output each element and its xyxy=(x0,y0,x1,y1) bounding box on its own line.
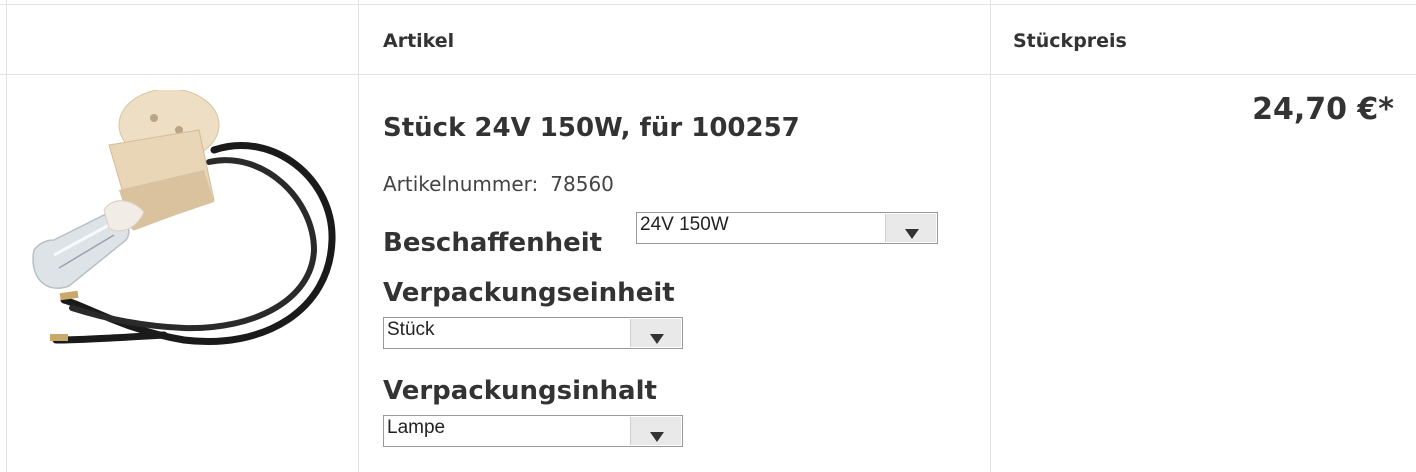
chevron-down-icon[interactable] xyxy=(630,319,681,347)
beschaffenheit-select[interactable]: 24V 150W xyxy=(636,212,938,244)
article-number: Artikelnummer: 78560 xyxy=(383,172,614,196)
column-divider-left xyxy=(6,0,7,472)
chevron-down-icon[interactable] xyxy=(885,214,936,242)
unit-price: 24,70 €* xyxy=(1252,92,1394,127)
column-divider-image-article xyxy=(358,0,359,472)
column-divider-article-price xyxy=(990,0,991,472)
verpackungseinheit-selected: Stück xyxy=(387,319,435,340)
beschaffenheit-selected: 24V 150W xyxy=(640,214,729,235)
product-image[interactable] xyxy=(14,90,344,375)
article-number-label: Artikelnummer: xyxy=(383,172,539,196)
verpackungsinhalt-select[interactable]: Lampe xyxy=(383,415,683,447)
header-bottom-border xyxy=(0,74,1416,75)
verpackungsinhalt-selected: Lampe xyxy=(387,417,446,438)
chevron-down-icon[interactable] xyxy=(630,417,681,445)
verpackungsinhalt-label: Verpackungsinhalt xyxy=(383,376,657,406)
verpackungseinheit-select[interactable]: Stück xyxy=(383,317,683,349)
header-unit-price: Stückpreis xyxy=(1013,30,1127,52)
beschaffenheit-label: Beschaffenheit xyxy=(383,228,603,258)
header-article: Artikel xyxy=(383,30,455,52)
verpackungseinheit-label: Verpackungseinheit xyxy=(383,278,675,308)
header-top-border xyxy=(0,4,1416,5)
product-name[interactable]: Stück 24V 150W, für 100257 xyxy=(383,113,800,143)
article-number-value: 78560 xyxy=(550,172,614,196)
